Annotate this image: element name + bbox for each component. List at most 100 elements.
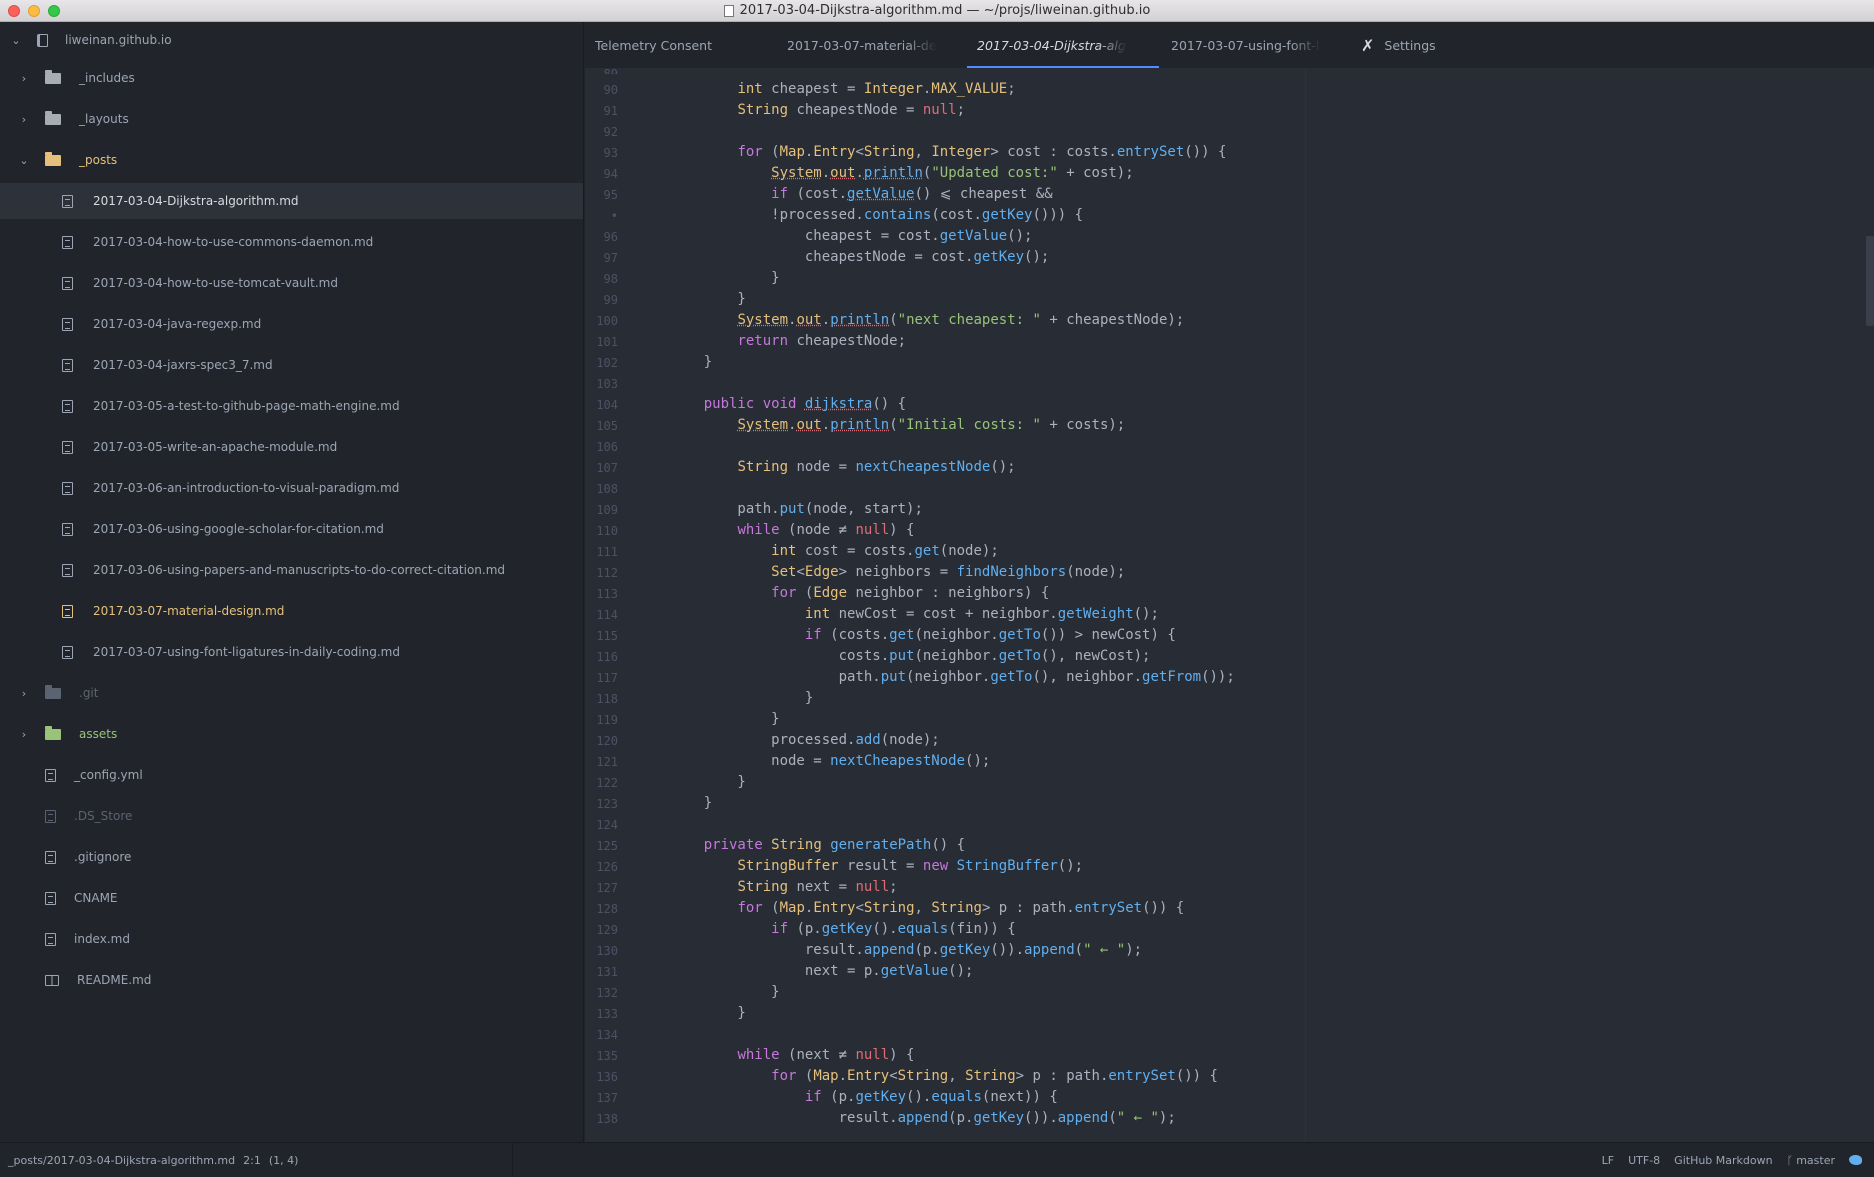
code-line[interactable]: } [670, 289, 745, 310]
code-line[interactable]: } [670, 982, 779, 1003]
code-line[interactable]: !processed.contains(cost.getKey())) { [670, 205, 1083, 226]
code-line[interactable]: path.put(neighbor.getTo(), neighbor.getF… [670, 667, 1235, 688]
code-line[interactable]: } [670, 1003, 745, 1024]
code-line[interactable]: while (next ≠ null) { [670, 1045, 914, 1066]
tab-material-design[interactable]: 2017-03-07-material-desig [787, 22, 937, 68]
tree-file-11[interactable]: 2017-03-06-using-google-scholar-for-cita… [0, 511, 583, 547]
scrollbar-thumb[interactable] [1866, 236, 1874, 326]
tab-settings[interactable]: ✗ Settings [1361, 22, 1481, 68]
tree-item-label: README.md [77, 973, 152, 987]
code-line[interactable]: System.out.println("next cheapest: " + c… [670, 310, 1184, 331]
tree-file-8[interactable]: 2017-03-05-a-test-to-github-page-math-en… [0, 388, 583, 424]
code-line[interactable]: int cost = costs.get(node); [670, 541, 999, 562]
code-line[interactable]: if (p.getKey().equals(fin)) { [670, 919, 1015, 940]
chevron-down-icon[interactable]: ⌄ [11, 34, 21, 47]
code-line[interactable]: if (cost.getValue() ⩽ cheapest && [670, 184, 1052, 205]
chevron-right-icon[interactable]: › [19, 728, 29, 741]
status-file-path[interactable]: _posts/2017-03-04-Dijkstra-algorithm.md [8, 1154, 235, 1167]
code-line[interactable]: for (Map.Entry<String, String> p : path.… [670, 1066, 1218, 1087]
tree-file-4[interactable]: 2017-03-04-how-to-use-commons-daemon.md [0, 224, 583, 260]
code-line[interactable]: int newCost = cost + neighbor.getWeight(… [670, 604, 1159, 625]
tree-folder-2[interactable]: ⌄ _posts [0, 142, 583, 178]
tab-dijkstra-algorithm[interactable]: 2017-03-04-Dijkstra-algorit [967, 22, 1159, 68]
code-line[interactable]: } [670, 352, 712, 373]
tree-file-12[interactable]: 2017-03-06-using-papers-and-manuscripts-… [0, 552, 583, 588]
code-line[interactable]: result.append(p.getKey()).append(" ← "); [670, 940, 1142, 961]
code-line[interactable]: costs.put(neighbor.getTo(), newCost); [670, 646, 1151, 667]
code-line[interactable]: if (p.getKey().equals(next)) { [670, 1087, 1058, 1108]
project-root[interactable]: ⌄ liweinan.github.io [0, 22, 583, 58]
tree-file-3[interactable]: 2017-03-04-Dijkstra-algorithm.md [0, 183, 583, 219]
code-line[interactable]: cheapest = cost.getValue(); [670, 226, 1033, 247]
tree-file-7[interactable]: 2017-03-04-jaxrs-spec3_7.md [0, 347, 583, 383]
close-window-button[interactable] [8, 5, 20, 17]
code-line[interactable]: } [670, 268, 779, 289]
tree-folder-1[interactable]: › _layouts [0, 101, 583, 137]
code-line[interactable]: String cheapestNode = null; [670, 100, 965, 121]
code-line[interactable]: } [670, 709, 779, 730]
folder-icon [45, 725, 61, 740]
code-line[interactable]: String node = nextCheapestNode(); [670, 457, 1015, 478]
code-line[interactable]: next = p.getValue(); [670, 961, 974, 982]
code-line[interactable]: StringBuffer result = new StringBuffer()… [670, 856, 1083, 877]
code-line[interactable]: String next = null; [670, 877, 897, 898]
code-line[interactable]: for (Map.Entry<String, Integer> cost : c… [670, 142, 1226, 163]
tree-file-19[interactable]: .gitignore [0, 839, 583, 875]
code-line[interactable]: Set<Edge> neighbors = findNeighbors(node… [670, 562, 1125, 583]
tab-font-ligatures[interactable]: 2017-03-07-using-font-liga [1171, 22, 1321, 68]
code-line[interactable]: System.out.println("Updated cost:" + cos… [670, 163, 1134, 184]
code-editor[interactable]: 89 90 91 92 93 94 95 • 96 97 98 99 100 101 102 103 104 1… [585, 68, 1874, 1142]
code-line[interactable]: } [670, 772, 745, 793]
minimize-window-button[interactable] [28, 5, 40, 17]
code-line[interactable]: int cheapest = Integer.MAX_VALUE; [670, 79, 1015, 100]
tree-folder-0[interactable]: › _includes [0, 60, 583, 96]
tree-file-5[interactable]: 2017-03-04-how-to-use-tomcat-vault.md [0, 265, 583, 301]
tree-item-label: .gitignore [74, 850, 132, 864]
code-line[interactable]: cheapestNode = cost.getKey(); [670, 247, 1049, 268]
status-grammar[interactable]: GitHub Markdown [1674, 1154, 1772, 1167]
code-line[interactable]: path.put(node, start); [670, 499, 922, 520]
tree-file-6[interactable]: 2017-03-04-java-regexp.md [0, 306, 583, 342]
chevron-right-icon[interactable]: › [19, 72, 29, 85]
chevron-right-icon[interactable]: › [19, 113, 29, 126]
status-branch[interactable]: ᚴ master [1787, 1154, 1835, 1167]
code-line[interactable]: for (Edge neighbor : neighbors) { [670, 583, 1049, 604]
tree-file-9[interactable]: 2017-03-05-write-an-apache-module.md [0, 429, 583, 465]
code-line[interactable]: System.out.println("Initial costs: " + c… [670, 415, 1125, 436]
status-encoding[interactable]: UTF-8 [1628, 1154, 1660, 1167]
zoom-window-button[interactable] [48, 5, 60, 17]
code-line[interactable]: for (Map.Entry<String, String> p : path.… [670, 898, 1184, 919]
code-line[interactable]: } [670, 688, 813, 709]
tree-file-10[interactable]: 2017-03-06-an-introduction-to-visual-par… [0, 470, 583, 506]
status-cursor-position[interactable]: 2:1 [243, 1154, 261, 1167]
status-bar: _posts/2017-03-04-Dijkstra-algorithm.md … [0, 1142, 1874, 1177]
status-selection-count[interactable]: (1, 4) [269, 1154, 299, 1167]
tree-file-13[interactable]: 2017-03-07-material-design.md [0, 593, 583, 629]
code-line[interactable]: node = nextCheapestNode(); [670, 751, 990, 772]
code-area[interactable]: int cheapest = Integer.MAX_VALUE; String… [670, 68, 1874, 1142]
chevron-down-icon[interactable]: ⌄ [19, 154, 29, 167]
code-line[interactable]: processed.add(node); [670, 730, 940, 751]
tree-file-21[interactable]: index.md [0, 921, 583, 957]
line-number: 129 [596, 923, 618, 937]
tree-file-17[interactable]: _config.yml [0, 757, 583, 793]
code-line[interactable]: private String generatePath() { [670, 835, 965, 856]
tree-folder-16[interactable]: › assets [0, 716, 583, 752]
chevron-right-icon[interactable]: › [19, 687, 29, 700]
tree-file-14[interactable]: 2017-03-07-using-font-ligatures-in-daily… [0, 634, 583, 670]
tree-item-label: 2017-03-05-write-an-apache-module.md [93, 440, 338, 454]
feedback-bird-icon[interactable] [1849, 1155, 1862, 1165]
code-line[interactable]: public void dijkstra() { [670, 394, 906, 415]
tree-file-22[interactable]: README.md [0, 962, 583, 998]
code-line[interactable]: while (node ≠ null) { [670, 520, 914, 541]
code-line[interactable]: if (costs.get(neighbor.getTo()) > newCos… [670, 625, 1176, 646]
code-line[interactable]: return cheapestNode; [670, 331, 906, 352]
tree-folder-15[interactable]: › .git [0, 675, 583, 711]
code-line[interactable]: } [670, 793, 712, 814]
tree-file-20[interactable]: CNAME [0, 880, 583, 916]
code-line[interactable]: result.append(p.getKey()).append(" ← "); [670, 1108, 1176, 1129]
tree-file-18[interactable]: .DS_Store [0, 798, 583, 834]
tree-item-label: 2017-03-04-how-to-use-commons-daemon.md [93, 235, 374, 249]
status-line-ending[interactable]: LF [1602, 1154, 1614, 1167]
tab-telemetry-consent[interactable]: Telemetry Consent [595, 22, 735, 68]
